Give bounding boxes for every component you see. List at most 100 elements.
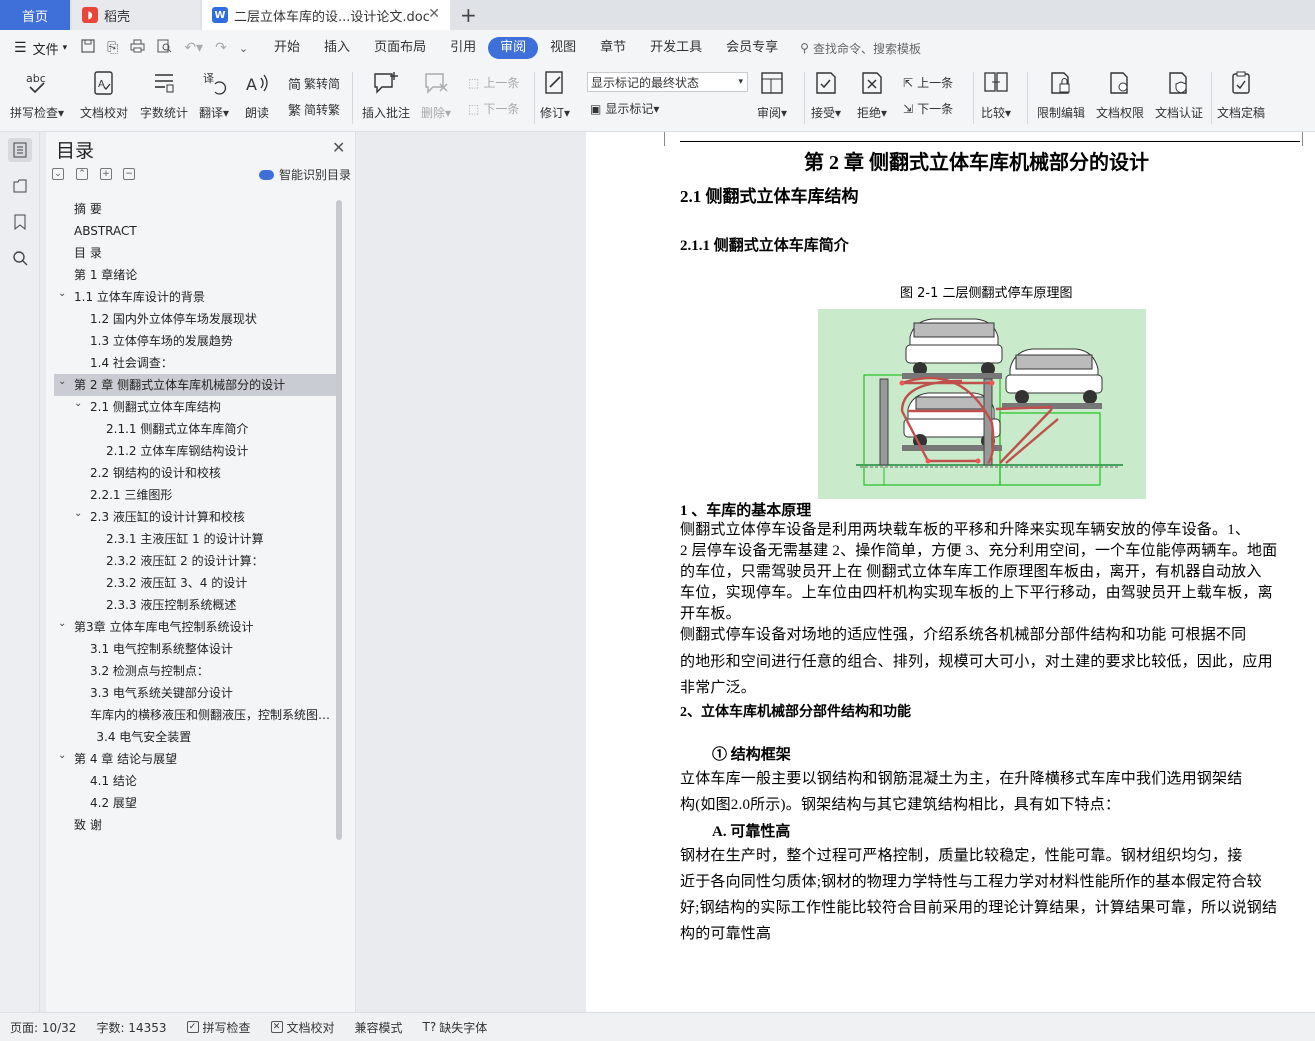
- toc-item[interactable]: 目 录: [54, 242, 336, 264]
- toc-item[interactable]: 2.2.1 三维图形: [54, 484, 336, 506]
- tab-daoke[interactable]: ◗ 稻壳: [72, 0, 200, 30]
- toc-item[interactable]: 2.3.3 液压控制系统概述: [54, 594, 336, 616]
- chevron-down-icon[interactable]: ⌄: [74, 506, 82, 525]
- command-search[interactable]: ⚲ 查找命令、搜索模板: [800, 40, 921, 57]
- next-change-button[interactable]: ⇲ 下一条: [903, 100, 953, 117]
- bookmark-icon[interactable]: [8, 210, 32, 234]
- next-comment-button[interactable]: ⬚ 下一条: [468, 100, 519, 117]
- chevron-down-icon[interactable]: ⌄: [58, 616, 66, 635]
- track-changes-button[interactable]: 修订▾: [540, 68, 570, 121]
- doc-permission-button[interactable]: 文档权限: [1096, 68, 1144, 121]
- chapter-nav-icon[interactable]: [8, 174, 32, 198]
- toc-item[interactable]: 第 1 章绪论: [54, 264, 336, 286]
- toc-item[interactable]: 2.2 钢结构的设计和校核: [54, 462, 336, 484]
- toc-item[interactable]: ⌄ 2.1 侧翻式立体车库结构: [54, 396, 336, 418]
- toc-item[interactable]: 1.3 立体停车场的发展趋势: [54, 330, 336, 352]
- toc-item[interactable]: 2.3.2 液压缸 3、4 的设计: [54, 572, 336, 594]
- close-icon[interactable]: ✕: [428, 6, 440, 22]
- toc-item[interactable]: ⌄ 第 4 章 结论与展望: [54, 748, 336, 770]
- toc-item[interactable]: 3.4 电气安全装置: [54, 726, 336, 748]
- toc-item[interactable]: 摘 要: [54, 198, 336, 220]
- compare-button[interactable]: 比较▾: [981, 68, 1011, 121]
- toc-panel-icon[interactable]: [8, 138, 32, 162]
- menu-tab-layout[interactable]: 页面布局: [362, 37, 438, 59]
- doc-finalize-button[interactable]: 文档定稿: [1217, 68, 1265, 121]
- spell-check-button[interactable]: abc 拼写检查▾: [10, 68, 64, 121]
- toc-item[interactable]: 1.4 社会调查：: [54, 352, 336, 374]
- expand-all-icon[interactable]: ⌃: [76, 168, 88, 180]
- toc-item[interactable]: 1.2 国内外立体停车场发展现状: [54, 308, 336, 330]
- toc-scrollbar[interactable]: [336, 200, 342, 840]
- prev-change-button[interactable]: ⇱ 上一条: [903, 74, 953, 91]
- add-tab-icon[interactable]: +: [460, 3, 477, 27]
- toc-item[interactable]: 2.3.2 液压缸 2 的设计计算：: [54, 550, 336, 572]
- doc-certify-button[interactable]: 文档认证: [1155, 68, 1203, 121]
- word-count-indicator[interactable]: 字数: 14353: [86, 1019, 176, 1036]
- toc-item[interactable]: ABSTRACT: [54, 220, 336, 242]
- toc-item[interactable]: 3.3 电气系统关键部分设计: [54, 682, 336, 704]
- toc-item[interactable]: ⌄ 第 2 章 侧翻式立体车库机械部分的设计: [54, 374, 336, 396]
- menu-tab-developer[interactable]: 开发工具: [638, 37, 714, 59]
- file-menu[interactable]: ☰ 文件 ▾: [0, 39, 75, 58]
- prev-comment-button[interactable]: ⬚ 上一条: [468, 74, 519, 91]
- collapse-all-icon[interactable]: ⌄: [52, 168, 64, 180]
- tab-home[interactable]: 首页: [0, 0, 70, 30]
- chevron-down-icon[interactable]: ⌄: [74, 396, 82, 415]
- format-painter-icon[interactable]: ⎘: [101, 40, 124, 56]
- spell-check-toggle[interactable]: ✓ 拼写检查: [177, 1019, 261, 1036]
- insert-comment-button[interactable]: 插入批注: [362, 68, 410, 121]
- toc-item[interactable]: 3.2 检测点与控制点：: [54, 660, 336, 682]
- chevron-down-icon[interactable]: ⌄: [58, 286, 66, 305]
- toc-item[interactable]: ⌄ 第3章 立体车库电气控制系统设计: [54, 616, 336, 638]
- menu-tab-section[interactable]: 章节: [588, 37, 638, 59]
- restrict-edit-button[interactable]: 限制编辑: [1037, 68, 1085, 121]
- chevron-down-icon[interactable]: ⌄: [58, 748, 66, 767]
- redo-icon[interactable]: ↷: [209, 40, 233, 56]
- trad-to-simp-button[interactable]: 简繁转简: [288, 74, 340, 93]
- add-heading-icon[interactable]: +: [100, 168, 112, 180]
- toc-item[interactable]: 致 谢: [54, 814, 336, 836]
- compat-mode-label[interactable]: 兼容模式: [345, 1019, 413, 1036]
- save-icon[interactable]: [75, 39, 101, 57]
- print-icon[interactable]: [124, 39, 151, 57]
- translate-button[interactable]: 译 翻译▾: [199, 68, 229, 121]
- toc-item[interactable]: ⌄ 1.1 立体车库设计的背景: [54, 286, 336, 308]
- doc-proof-toggle[interactable]: ✕ 文档校对: [261, 1019, 345, 1036]
- close-icon[interactable]: ✕: [332, 138, 345, 157]
- tab-document[interactable]: W 二层立体车库的设...设计论文.doc ✕: [202, 0, 450, 30]
- markup-state-select[interactable]: 显示标记的最终状态 ▾: [587, 72, 748, 92]
- reject-button[interactable]: 拒绝▾: [857, 68, 887, 121]
- toc-item[interactable]: 4.2 展望: [54, 792, 336, 814]
- undo-icon[interactable]: ↶▾: [178, 40, 209, 56]
- missing-font-button[interactable]: T? 缺失字体: [413, 1019, 498, 1036]
- page-indicator[interactable]: 页面: 10/32: [0, 1019, 86, 1036]
- read-aloud-button[interactable]: A 朗读: [243, 68, 271, 121]
- word-count-button[interactable]: 字数统计: [140, 68, 188, 121]
- document-page[interactable]: 第 2 章 侧翻式立体车库机械部分的设计 2.1 侧翻式立体车库结构 2.1.1…: [586, 132, 1315, 1012]
- menu-tab-start[interactable]: 开始: [262, 37, 312, 59]
- print-preview-icon[interactable]: [151, 39, 178, 57]
- menu-tab-member[interactable]: 会员专享: [714, 37, 790, 59]
- toc-item[interactable]: 车库内的横移液压和侧翻液压，控制系统图如下：: [54, 704, 336, 726]
- search-icon[interactable]: [8, 246, 32, 270]
- toc-item[interactable]: 4.1 结论: [54, 770, 336, 792]
- delete-comment-button[interactable]: 删除▾: [421, 68, 451, 121]
- doc-proof-button[interactable]: A 文档校对: [80, 68, 128, 121]
- menu-tab-references[interactable]: 引用: [438, 37, 488, 59]
- accept-button[interactable]: 接受▾: [811, 68, 841, 121]
- menu-tab-view[interactable]: 视图: [538, 37, 588, 59]
- toc-item[interactable]: 2.1.2 立体车库钢结构设计: [54, 440, 336, 462]
- toc-item[interactable]: 2.1.1 侧翻式立体车库简介: [54, 418, 336, 440]
- show-markup-button[interactable]: ▣ 显示标记 ▾: [590, 100, 659, 117]
- simp-to-trad-button[interactable]: 繁简转繁: [288, 100, 340, 119]
- toc-item[interactable]: 2.3.1 主液压缸 1 的设计计算: [54, 528, 336, 550]
- remove-heading-icon[interactable]: −: [123, 168, 135, 180]
- toc-item[interactable]: 3.1 电气控制系统整体设计: [54, 638, 336, 660]
- menu-tab-insert[interactable]: 插入: [312, 37, 362, 59]
- toc-item[interactable]: ⌄ 2.3 液压缸的设计计算和校核: [54, 506, 336, 528]
- menu-tab-review[interactable]: 审阅: [488, 37, 539, 59]
- smart-toc-button[interactable]: 智能识别目录: [259, 166, 351, 183]
- more-chevron-icon[interactable]: ⌄: [233, 42, 254, 55]
- review-pane-button[interactable]: 审阅▾: [757, 68, 787, 121]
- chevron-down-icon[interactable]: ⌄: [58, 374, 66, 393]
